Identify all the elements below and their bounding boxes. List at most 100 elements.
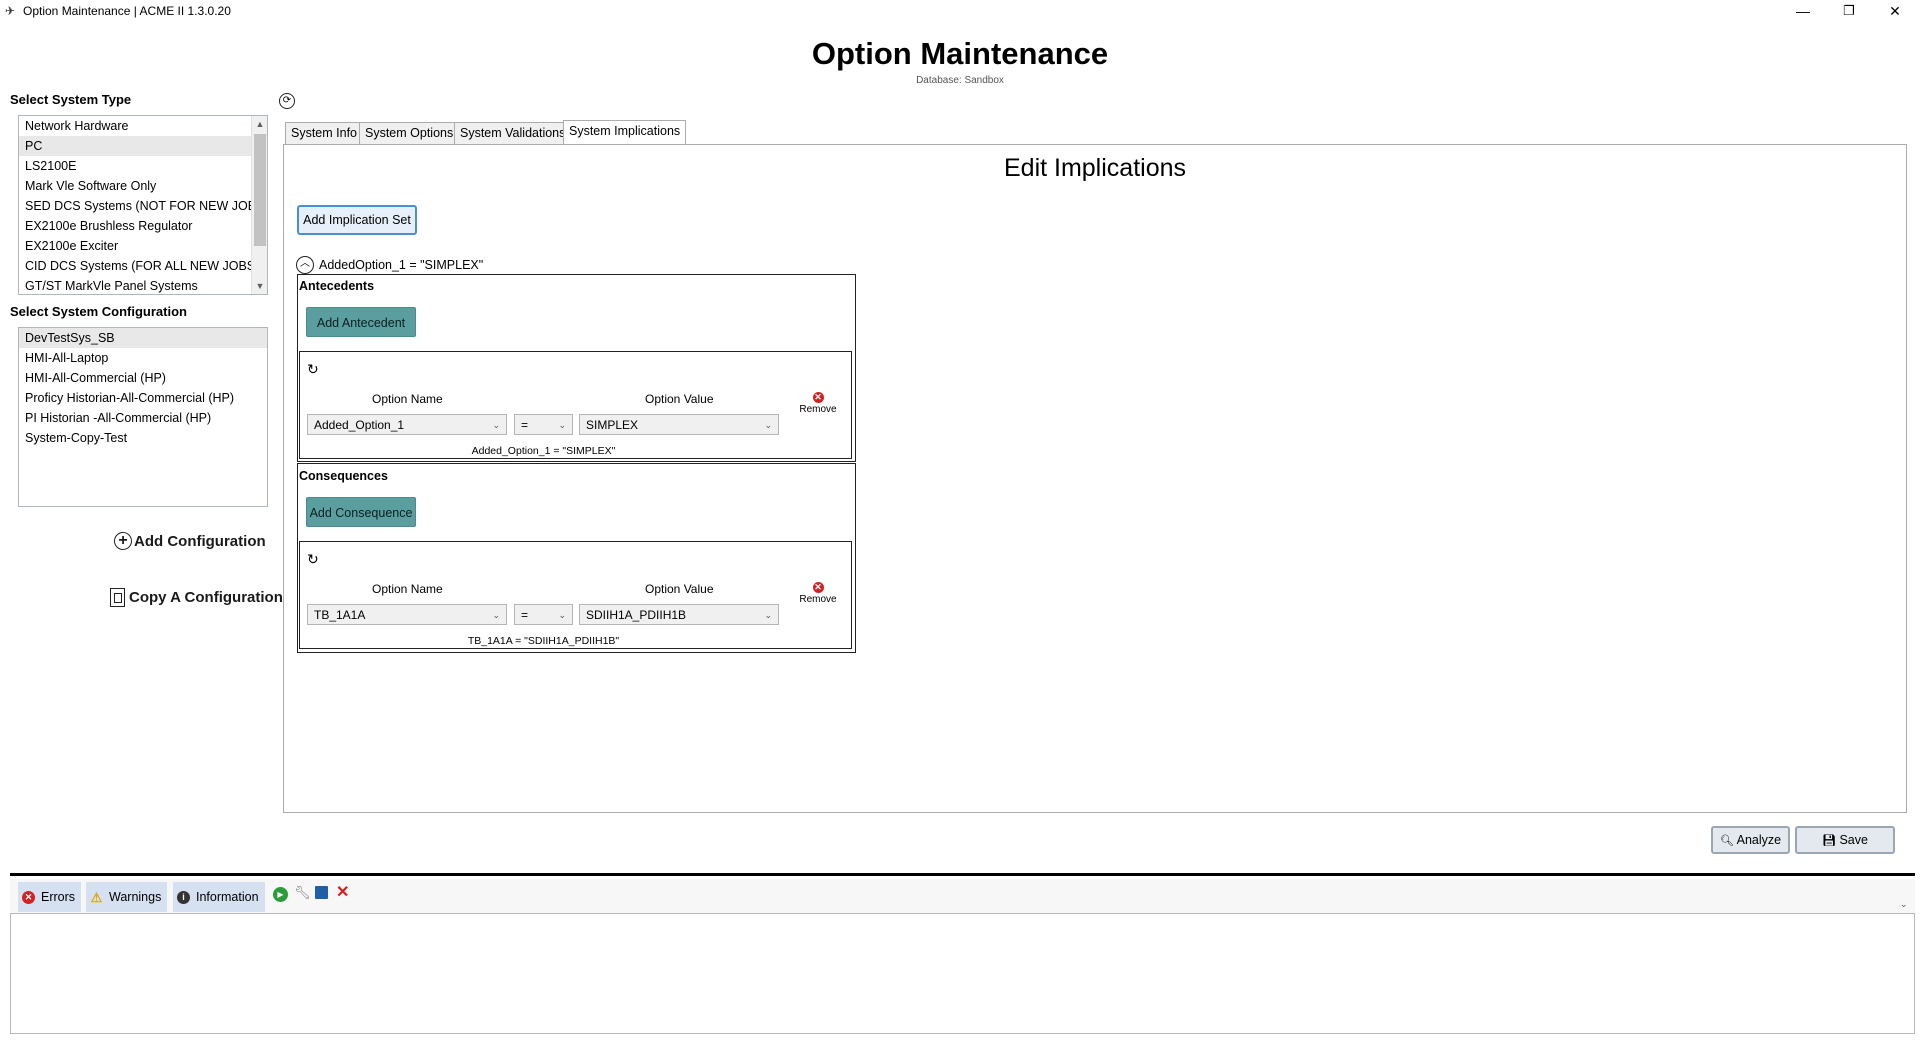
copy-configuration-button[interactable]: Copy A Configuration	[110, 588, 283, 607]
consequence-option-name-header: Option Name	[372, 582, 443, 596]
page-title: Option Maintenance	[811, 36, 1109, 71]
add-consequence-button[interactable]: Add Consequence	[306, 497, 416, 527]
system-config-item[interactable]: System-Copy-Test	[19, 428, 267, 448]
system-config-items: DevTestSys_SB HMI-All-Laptop HMI-All-Comme…	[19, 328, 267, 448]
magnifier-icon: 🔍︎	[1719, 835, 1734, 847]
system-type-item[interactable]: PC	[19, 136, 267, 156]
add-antecedent-button[interactable]: Add Antecedent	[306, 307, 416, 337]
warning-icon: ⚠	[90, 889, 103, 905]
antecedent-summary: Added_Option_1 = "SIMPLEX"	[471, 445, 616, 457]
antecedents-label: Antecedents	[299, 279, 375, 293]
chevron-down-icon: ⌄	[764, 420, 772, 430]
log-output-area[interactable]	[10, 913, 1915, 1034]
copy-configuration-label: Copy A Configuration	[129, 589, 283, 606]
system-type-item[interactable]: EX2100e Exciter	[19, 236, 267, 256]
add-configuration-button[interactable]: + Add Configuration	[114, 532, 266, 550]
chevron-down-icon: ⌄	[558, 420, 566, 430]
save-log-icon[interactable]	[315, 886, 328, 899]
system-config-item[interactable]: HMI-All-Laptop	[19, 348, 267, 368]
consequence-refresh-icon[interactable]: ↻	[307, 551, 319, 568]
minimize-button[interactable]: —	[1780, 0, 1826, 22]
antecedent-option-value-header: Option Value	[645, 392, 714, 406]
clear-log-icon[interactable]: ✕	[336, 882, 349, 902]
copy-document-icon	[110, 588, 125, 607]
implication-set-header: AddedOption_1 = "SIMPLEX"	[319, 258, 484, 272]
remove-x-icon: ✕	[812, 582, 824, 593]
edit-implications-title: Edit Implications	[1003, 154, 1187, 182]
database-label: Database: Sandbox	[916, 75, 1004, 86]
app-logo-icon: ✈	[5, 4, 16, 18]
analyze-button[interactable]: 🔍︎ Analyze	[1711, 826, 1790, 854]
system-config-item[interactable]: DevTestSys_SB	[19, 328, 267, 348]
system-type-item[interactable]: SED DCS Systems (NOT FOR NEW JOBS)	[19, 196, 267, 216]
chevron-down-icon: ⌄	[492, 420, 500, 430]
antecedent-operator-value: =	[521, 418, 529, 432]
warnings-label: Warnings	[109, 890, 162, 904]
wrench-icon[interactable]: 🔧︎	[294, 885, 311, 901]
tab-system-options[interactable]: System Options	[359, 122, 460, 144]
system-config-item[interactable]: HMI-All-Commercial (HP)	[19, 368, 267, 388]
analyze-label: Analyze	[1736, 833, 1782, 847]
floppy-disk-icon: 💾︎	[1822, 835, 1836, 847]
add-implication-set-button[interactable]: Add Implication Set	[297, 205, 417, 235]
system-config-item[interactable]: Proficy Historian-All-Commercial (HP)	[19, 388, 267, 408]
consequence-remove-label: Remove	[799, 594, 837, 605]
system-type-item[interactable]: LS2100E	[19, 156, 267, 176]
system-type-items: Network Hardware PC LS2100E Mark Vle Softwa…	[19, 116, 267, 294]
consequences-label: Consequences	[299, 469, 388, 483]
antecedent-option-value-select[interactable]: SIMPLEX ⌄	[579, 414, 779, 435]
run-icon[interactable]: ▶	[273, 887, 288, 902]
add-circle-icon: +	[114, 532, 132, 550]
refresh-icon[interactable]: ⟳	[279, 93, 295, 109]
antecedent-option-name-value: Added_Option_1	[314, 418, 405, 432]
system-type-item[interactable]: Mark Vle Software Only	[19, 176, 267, 196]
log-divider	[10, 873, 1915, 876]
tab-system-info[interactable]: System Info	[285, 122, 363, 144]
system-type-item[interactable]: GT/ST MarkVle Panel Systems	[19, 276, 267, 294]
consequence-remove-button[interactable]: ✕ Remove	[796, 582, 840, 605]
consequence-option-name-select[interactable]: TB_1A1A ⌄	[307, 604, 507, 625]
antecedent-refresh-icon[interactable]: ↻	[307, 361, 319, 378]
tab-system-validations[interactable]: System Validations	[454, 122, 572, 144]
panel-collapse-icon[interactable]: ⌄	[1900, 899, 1908, 910]
chevron-down-icon: ⌄	[558, 610, 566, 620]
scroll-down-icon[interactable]: ▼	[252, 278, 267, 294]
consequence-operator-select[interactable]: = ⌄	[514, 604, 573, 625]
errors-tab[interactable]: ✕ Errors	[18, 882, 82, 912]
system-config-label: Select System Configuration	[10, 304, 187, 319]
save-button[interactable]: 💾︎ Save	[1795, 826, 1895, 854]
consequence-option-value-select[interactable]: SDIIH1A_PDIIH1B ⌄	[579, 604, 779, 625]
collapse-chevron-icon[interactable]: ︿	[296, 256, 314, 274]
close-window-button[interactable]: ✕	[1872, 0, 1918, 22]
antecedent-remove-label: Remove	[799, 404, 837, 415]
scroll-up-icon[interactable]: ▲	[252, 116, 267, 132]
error-icon: ✕	[22, 890, 35, 904]
add-configuration-label: Add Configuration	[134, 532, 266, 550]
antecedent-remove-button[interactable]: ✕ Remove	[796, 392, 840, 415]
tab-system-implications[interactable]: System Implications	[563, 120, 687, 144]
consequence-operator-value: =	[521, 608, 529, 622]
consequence-option-value-value: SDIIH1A_PDIIH1B	[586, 608, 687, 622]
system-config-list[interactable]: DevTestSys_SB HMI-All-Laptop HMI-All-Comme…	[18, 327, 268, 507]
warnings-tab[interactable]: ⚠ Warnings	[86, 882, 168, 912]
chevron-down-icon: ⌄	[492, 610, 500, 620]
system-type-item[interactable]: EX2100e Brushless Regulator	[19, 216, 267, 236]
chevron-down-icon: ⌄	[764, 610, 772, 620]
system-type-item[interactable]: Network Hardware	[19, 116, 267, 136]
antecedent-option-value-value: SIMPLEX	[586, 418, 639, 432]
scroll-thumb[interactable]	[254, 134, 266, 246]
restore-button[interactable]: ❐	[1826, 0, 1872, 22]
errors-label: Errors	[41, 890, 76, 904]
antecedent-option-name-select[interactable]: Added_Option_1 ⌄	[307, 414, 507, 435]
information-tab[interactable]: i Information	[173, 882, 265, 912]
consequence-summary: TB_1A1A = "SDIIH1A_PDIIH1B"	[467, 635, 620, 647]
system-type-item[interactable]: CID DCS Systems (FOR ALL NEW JOBS)	[19, 256, 267, 276]
antecedent-operator-select[interactable]: = ⌄	[514, 414, 573, 435]
system-type-list[interactable]: Network Hardware PC LS2100E Mark Vle Softwa…	[18, 115, 268, 295]
system-type-scrollbar[interactable]: ▲ ▼	[251, 116, 267, 294]
consequence-option-name-value: TB_1A1A	[314, 608, 366, 622]
remove-x-icon: ✕	[812, 392, 824, 403]
consequence-option-value-header: Option Value	[645, 582, 714, 596]
system-config-item[interactable]: PI Historian -All-Commercial (HP)	[19, 408, 267, 428]
antecedent-option-name-header: Option Name	[372, 392, 443, 406]
